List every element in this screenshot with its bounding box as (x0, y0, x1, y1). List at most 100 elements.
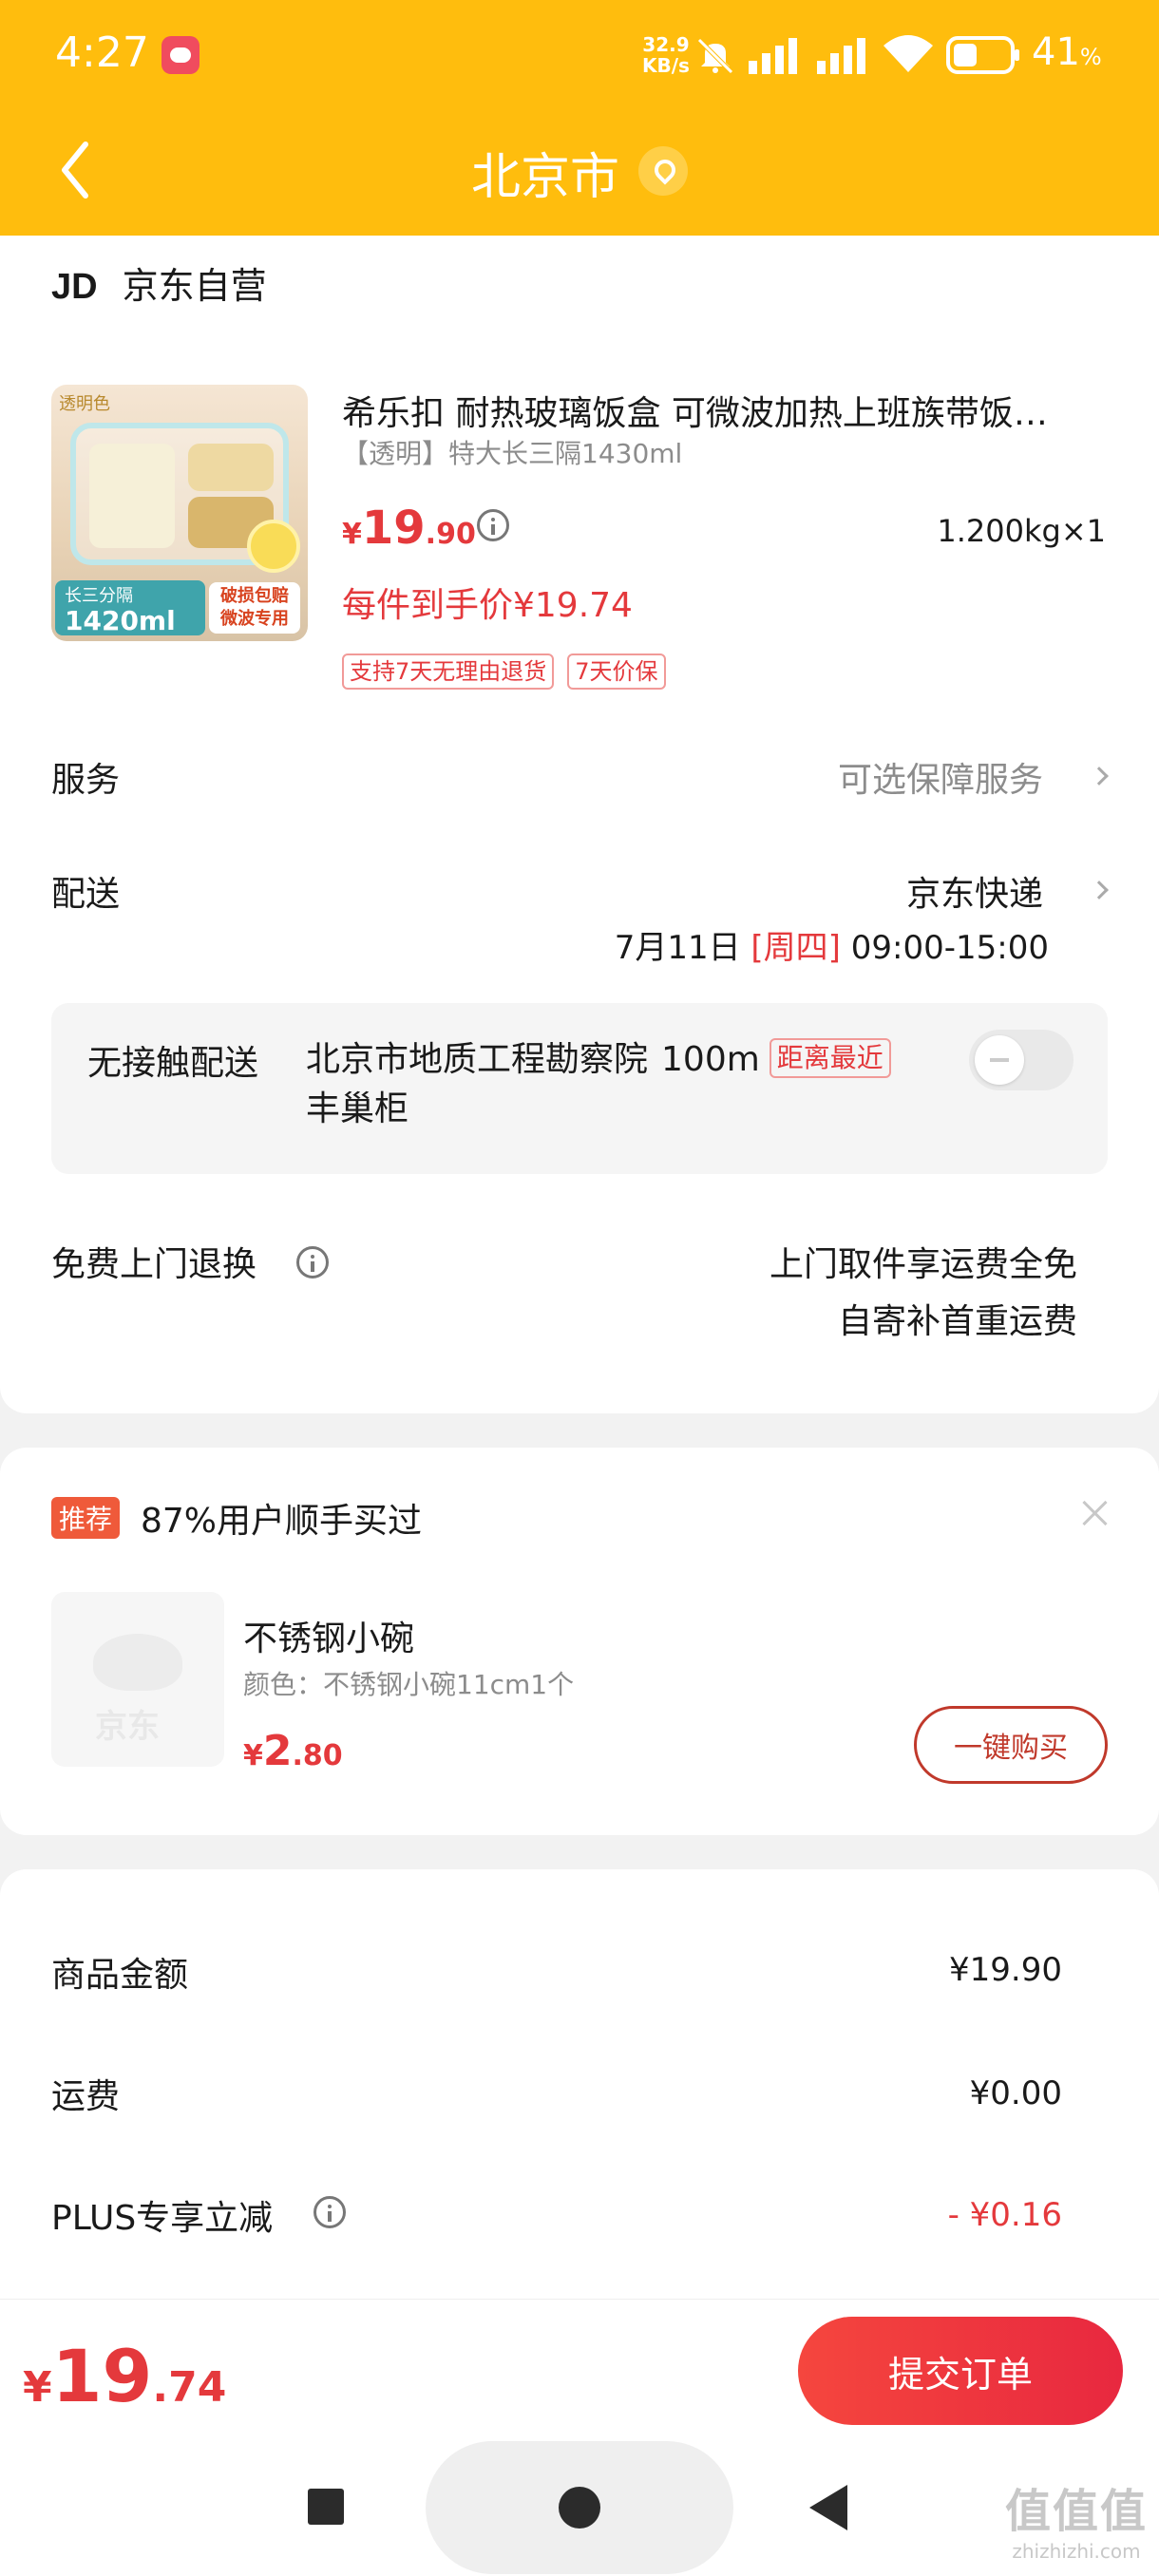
home-circle-icon[interactable] (559, 2487, 600, 2529)
network-speed: 32.9 KB/s (642, 34, 690, 76)
recommend-item-name[interactable]: 不锈钢小碗 (243, 1611, 414, 1660)
location-pin-icon[interactable] (638, 146, 688, 196)
delivery-time[interactable]: 7月11日 [周四] 09:00-15:00 (615, 921, 1049, 968)
recommend-badge: 推荐 (51, 1497, 121, 1539)
final-unit-price: 每件到手价¥19.74 (342, 586, 633, 625)
product-image-guarantee-badge: 破损包赔 微波专用 (209, 582, 300, 634)
product-image-capacity-badge: 长三分隔 1420ml (55, 580, 205, 635)
shop-header: JD 京东自营 (51, 256, 267, 309)
summary-label-goods: 商品金额 (51, 1956, 189, 1995)
total-integer: 19 (51, 2334, 153, 2418)
total-decimal: .74 (152, 2363, 227, 2412)
return-label: 免费上门退换 (51, 1245, 257, 1284)
watermark: 值值值 zhizhizhi.com (1005, 2473, 1148, 2563)
product-image-tag: 透明色 (59, 394, 110, 414)
header: 4:27 32.9 KB/s 41% 北京市 (0, 0, 1159, 236)
nav-bar: 北京市 (0, 112, 1159, 236)
rec-price-symbol: ¥ (243, 1739, 263, 1772)
delivery-carrier[interactable]: 京东快递 (906, 866, 1043, 916)
system-nav-bar: 值值值 zhizhizhi.com (0, 2439, 1159, 2576)
watermark-line1: 值值值 (1004, 2485, 1148, 2538)
summary-label-shipping: 运费 (51, 2077, 121, 2116)
price-integer: 19 (361, 502, 426, 555)
back-triangle-icon[interactable] (809, 2485, 847, 2530)
summary-value-shipping: ¥0.00 (969, 2074, 1062, 2112)
battery-level-unit: % (1079, 44, 1102, 70)
service-value[interactable]: 可选保障服务 (838, 752, 1043, 802)
recommend-item-image[interactable]: 京东 (51, 1592, 224, 1767)
capacity-badge-line2: 1420ml (65, 605, 176, 636)
total-symbol: ¥ (23, 2363, 52, 2412)
contactless-address: 北京市地质工程勘察院 100m 距离最近 丰巢柜 (306, 1035, 933, 1134)
submit-order-button[interactable]: 提交订单 (798, 2317, 1123, 2425)
lemon-graphic (247, 520, 300, 573)
tag-7day-return: 支持7天无理由退货 (342, 653, 555, 690)
delivery-chevron-icon[interactable] (1090, 881, 1109, 900)
recommend-title: 87%用户顺手买过 (141, 1502, 423, 1541)
locker-address: 北京市地质工程勘察院 (306, 1040, 649, 1079)
order-total: ¥19.74 (23, 2334, 226, 2418)
network-speed-value: 32.9 (642, 33, 690, 56)
notification-app-icon (162, 36, 200, 74)
recommend-card: 推荐 87%用户顺手买过 京东 不锈钢小碗 颜色：不锈钢小碗11cm1个 ¥2.… (0, 1448, 1159, 1835)
status-time: 4:27 (55, 28, 149, 77)
jd-dog-placeholder-icon (93, 1634, 182, 1691)
jd-logo: JD (51, 267, 98, 307)
battery-icon (946, 36, 1019, 74)
price-decimal: .90 (425, 518, 476, 551)
summary-label-plus: PLUS专享立减 (51, 2199, 274, 2238)
locker-distance: 100m (661, 1040, 760, 1079)
return-policy: 上门取件享运费全免 自寄补首重运费 (770, 1237, 1077, 1351)
contactless-toggle[interactable] (969, 1030, 1074, 1090)
mute-bell-icon (697, 38, 733, 74)
service-label: 服务 (51, 761, 121, 800)
placeholder-text: 京东 (95, 1708, 160, 1746)
contactless-delivery-panel: 无接触配送 北京市地质工程勘察院 100m 距离最近 丰巢柜 (51, 1003, 1108, 1174)
battery-level-value: 41 (1032, 30, 1080, 74)
contactless-label: 无接触配送 (87, 1044, 259, 1083)
price-info-icon[interactable] (477, 509, 509, 541)
recents-square-icon[interactable] (308, 2489, 344, 2525)
capacity-badge-line1: 长三分隔 (65, 586, 133, 606)
watermark-line2: zhizhizhi.com (1012, 2540, 1141, 2563)
service-chevron-icon[interactable] (1090, 767, 1109, 786)
return-line1: 上门取件享运费全免 (769, 1245, 1077, 1284)
summary-value-goods: ¥19.90 (949, 1951, 1062, 1989)
product-title[interactable]: 希乐扣 耐热玻璃饭盒 可微波加热上班族带饭… (342, 386, 1112, 435)
one-click-buy-button[interactable]: 一键购买 (914, 1706, 1108, 1784)
return-info-icon[interactable] (296, 1246, 329, 1279)
product-image[interactable]: 透明色 长三分隔 1420ml 破损包赔 微波专用 (51, 385, 308, 641)
delivery-weekday: [周四] (750, 929, 841, 967)
recommend-item-spec: 颜色：不锈钢小碗11cm1个 (243, 1669, 575, 1700)
delivery-label: 配送 (51, 875, 121, 914)
product-tags: 支持7天无理由退货 7天价保 (342, 653, 666, 690)
product-price: ¥19.90 (342, 502, 476, 555)
delivery-date: 7月11日 (614, 929, 741, 967)
price-symbol: ¥ (342, 518, 362, 551)
back-arrow-icon[interactable] (57, 137, 95, 203)
checkout-bar: ¥19.74 提交订单 (0, 2299, 1159, 2439)
tag-price-protect: 7天价保 (567, 653, 666, 690)
summary-value-plus: - ¥0.16 (947, 2196, 1062, 2234)
battery-level: 41% (1032, 30, 1102, 74)
signal-icon-1 (749, 38, 797, 74)
rec-price-decimal: .80 (292, 1739, 343, 1772)
product-weight-qty: 1.200kg×1 (937, 513, 1106, 549)
shop-name: 京东自营 (122, 265, 267, 307)
product-spec: 【透明】特大长三隔1430ml (342, 438, 683, 469)
order-item-card: JD 京东自营 透明色 长三分隔 1420ml 破损包赔 微波专用 希乐扣 耐热… (0, 236, 1159, 1413)
network-speed-unit: KB/s (642, 54, 690, 77)
signal-icon-2 (817, 38, 865, 74)
recommend-item-price: ¥2.80 (243, 1727, 343, 1775)
locker-type: 丰巢柜 (306, 1089, 409, 1128)
rec-price-integer: 2 (262, 1727, 293, 1775)
status-bar: 4:27 32.9 KB/s 41% (0, 0, 1159, 112)
plus-info-icon[interactable] (314, 2196, 346, 2228)
page-title[interactable]: 北京市 (471, 137, 619, 208)
close-icon[interactable] (1081, 1499, 1110, 1527)
delivery-time-range: 09:00-15:00 (850, 929, 1049, 967)
wifi-icon (884, 35, 933, 72)
return-line2: 自寄补首重运费 (837, 1302, 1077, 1341)
nearest-badge: 距离最近 (769, 1038, 891, 1078)
price-summary-card: 商品金额 ¥19.90 运费 ¥0.00 PLUS专享立减 - ¥0.16 (0, 1869, 1159, 2299)
